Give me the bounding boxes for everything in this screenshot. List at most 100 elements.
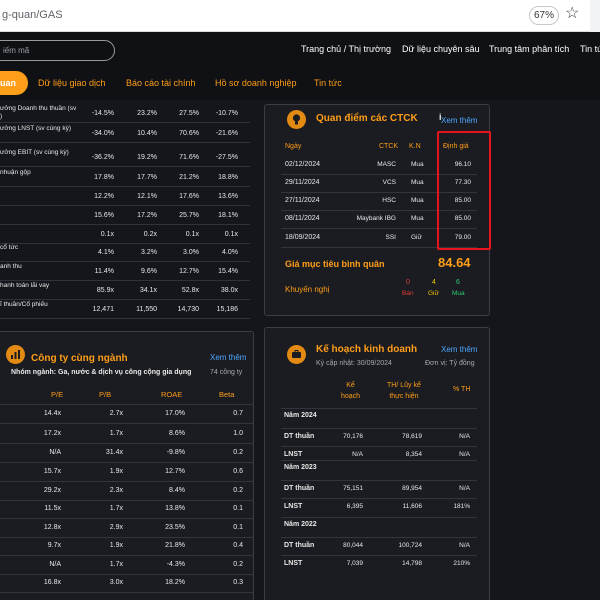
- peer-value: 29.2x: [43, 487, 61, 494]
- opinion-recommendation: Mua: [411, 161, 424, 168]
- ratio-value: -34.0%: [91, 130, 114, 137]
- ratio-label: nhuận gộp: [0, 169, 31, 176]
- ratio-value: 4.0%: [222, 249, 238, 256]
- peer-value: 21.8%: [165, 542, 185, 549]
- ratio-value: 15.6%: [94, 212, 114, 219]
- tab-news[interactable]: Tin tức: [314, 78, 342, 88]
- peer-value: 17.0%: [165, 410, 185, 417]
- plan-actual: 11,606: [402, 503, 422, 510]
- industry-group-text: Nhóm ngành: Ga, nước & dịch vụ công cộng…: [11, 369, 192, 376]
- ratio-value: 17.7%: [137, 174, 157, 181]
- peer-value: 0.4: [233, 542, 243, 549]
- rec-count: 6: [456, 279, 460, 286]
- peer-value: 23.5%: [165, 524, 185, 531]
- ratio-value: 14,730: [177, 306, 199, 313]
- opinion-recommendation: Mua: [411, 197, 424, 204]
- peer-value: 1.7x: [109, 430, 123, 437]
- plan-target: 75,151: [343, 485, 363, 492]
- plan-pct: N/A: [459, 542, 470, 549]
- tab-overview-label: uan: [0, 78, 17, 88]
- ratio-value: 12,471: [92, 306, 114, 313]
- stock-search-input[interactable]: iếm mã: [0, 40, 115, 61]
- ratio-row: ưởng LNST (sv cùng kỳ) -34.0% 10.4% 70.6% -2…: [0, 123, 250, 143]
- peer-count: 74 công ty: [210, 369, 243, 376]
- ratio-value: 3.2%: [141, 249, 157, 256]
- rec-label: Mua: [452, 290, 465, 297]
- ratio-value: 13.6%: [218, 193, 238, 200]
- tab-company-profile[interactable]: Hồ sơ doanh nghiệp: [215, 78, 296, 88]
- ratio-value: 25.7%: [179, 212, 199, 219]
- tab-overview[interactable]: uan: [0, 71, 28, 95]
- ratio-value: -21.6%: [215, 130, 238, 137]
- row-divider: [0, 518, 253, 519]
- plan-year: Năm 2024: [284, 412, 317, 419]
- peer-value: 1.9x: [109, 542, 123, 549]
- lightbulb-icon: [287, 110, 306, 129]
- plan-pct: 210%: [453, 560, 470, 567]
- plan-target: 6,395: [346, 503, 363, 510]
- row-divider: [0, 443, 253, 444]
- ratio-value: 71.6%: [179, 154, 199, 161]
- peer-value: 0.1: [233, 524, 243, 531]
- peer-value: 0.7: [233, 410, 243, 417]
- plan-metric: LNST: [284, 503, 303, 510]
- ratio-value: -10.7%: [215, 110, 238, 117]
- ratio-value: -27.5%: [215, 154, 238, 161]
- ratio-label: ưởng Doanh thu thuần (sv ): [0, 105, 77, 120]
- ratio-value: -36.2%: [91, 154, 114, 161]
- ratio-value: 18.8%: [218, 174, 238, 181]
- nav-home-market[interactable]: Trang chủ / Thị trường: [301, 44, 391, 54]
- nav-deep-data[interactable]: Dữ liệu chuyên sâu: [402, 44, 480, 54]
- row-divider: [281, 428, 477, 429]
- opinion-date: 27/11/2024: [285, 197, 320, 204]
- tab-trading-data[interactable]: Dữ liệu giao dịch: [38, 78, 106, 88]
- rec-count: 4: [432, 279, 436, 286]
- peers-see-more-link[interactable]: Xem thêm: [210, 353, 246, 362]
- ratio-row: anh thu 11.4% 9.6% 12.7% 15.4%: [0, 261, 250, 281]
- business-plan-title: Kế hoạch kinh doanh: [316, 344, 418, 355]
- nav-analysis-center[interactable]: Trung tâm phân tích: [489, 44, 569, 54]
- peer-companies-panel: Công ty cùng ngành Nhóm ngành: Ga, nước …: [0, 331, 254, 600]
- header-divider: [0, 404, 253, 405]
- broker-see-more-link[interactable]: Xem thêm: [441, 116, 477, 125]
- ratio-value: 21.2%: [179, 174, 199, 181]
- top-navigation: iếm mã Trang chủ / Thị trường Dữ liệu ch…: [0, 32, 600, 66]
- peer-value: 2.3x: [109, 487, 123, 494]
- ratio-value: 23.2%: [137, 110, 157, 117]
- opinion-broker: Maybank IBG: [356, 215, 396, 222]
- ratio-value: 15.4%: [218, 268, 238, 275]
- bookmark-star-icon[interactable]: ☆: [565, 5, 579, 23]
- opinion-broker: VCS: [382, 179, 396, 186]
- plan-pct: N/A: [459, 433, 470, 440]
- ratio-value: 19.2%: [137, 154, 157, 161]
- ratio-row: ưởng Doanh thu thuần (sv ) -14.5% 23.2% 27.…: [0, 103, 250, 123]
- ratio-row: cổ tức 4.1% 3.2% 3.0% 4.0%: [0, 242, 250, 262]
- ratio-value: 27.5%: [179, 110, 199, 117]
- row-divider: [0, 537, 253, 538]
- browser-url-bar: g-quan/GAS 67% ☆: [0, 0, 600, 32]
- ratio-value: 52.8x: [181, 287, 199, 294]
- opinion-broker: HSC: [382, 197, 396, 204]
- ratio-row: 15.6% 17.2% 25.7% 18.1%: [0, 205, 250, 225]
- ratio-label: ĩ thuần/Cổ phiếu: [0, 301, 48, 308]
- briefcase-icon: [287, 345, 306, 364]
- plan-target: 70,176: [343, 433, 363, 440]
- plan-see-more-link[interactable]: Xem thêm: [441, 345, 477, 354]
- nav-news[interactable]: Tin tứ: [580, 44, 600, 54]
- peer-value: 31.4x: [105, 449, 123, 456]
- peer-value: 17.2x: [43, 430, 61, 437]
- plan-update-period: Kỳ cập nhật: 30/09/2024: [316, 360, 392, 367]
- ratio-value: 18.1%: [218, 212, 238, 219]
- plan-metric: DT thuần: [284, 542, 315, 549]
- zoom-indicator[interactable]: 67%: [529, 6, 559, 25]
- plan-target: N/A: [352, 451, 363, 458]
- plan-target: 7,039: [346, 560, 363, 567]
- ratio-value: 3.0%: [183, 249, 199, 256]
- ratio-value: 85.9x: [96, 287, 114, 294]
- peer-value: 0.2: [233, 487, 243, 494]
- tab-financial-reports[interactable]: Báo cáo tài chính: [126, 78, 196, 88]
- avg-target-value: 84.64: [438, 255, 471, 270]
- row-divider: [281, 460, 477, 461]
- plan-col-header: % TH: [453, 386, 471, 393]
- url-text[interactable]: g-quan/GAS: [2, 9, 63, 21]
